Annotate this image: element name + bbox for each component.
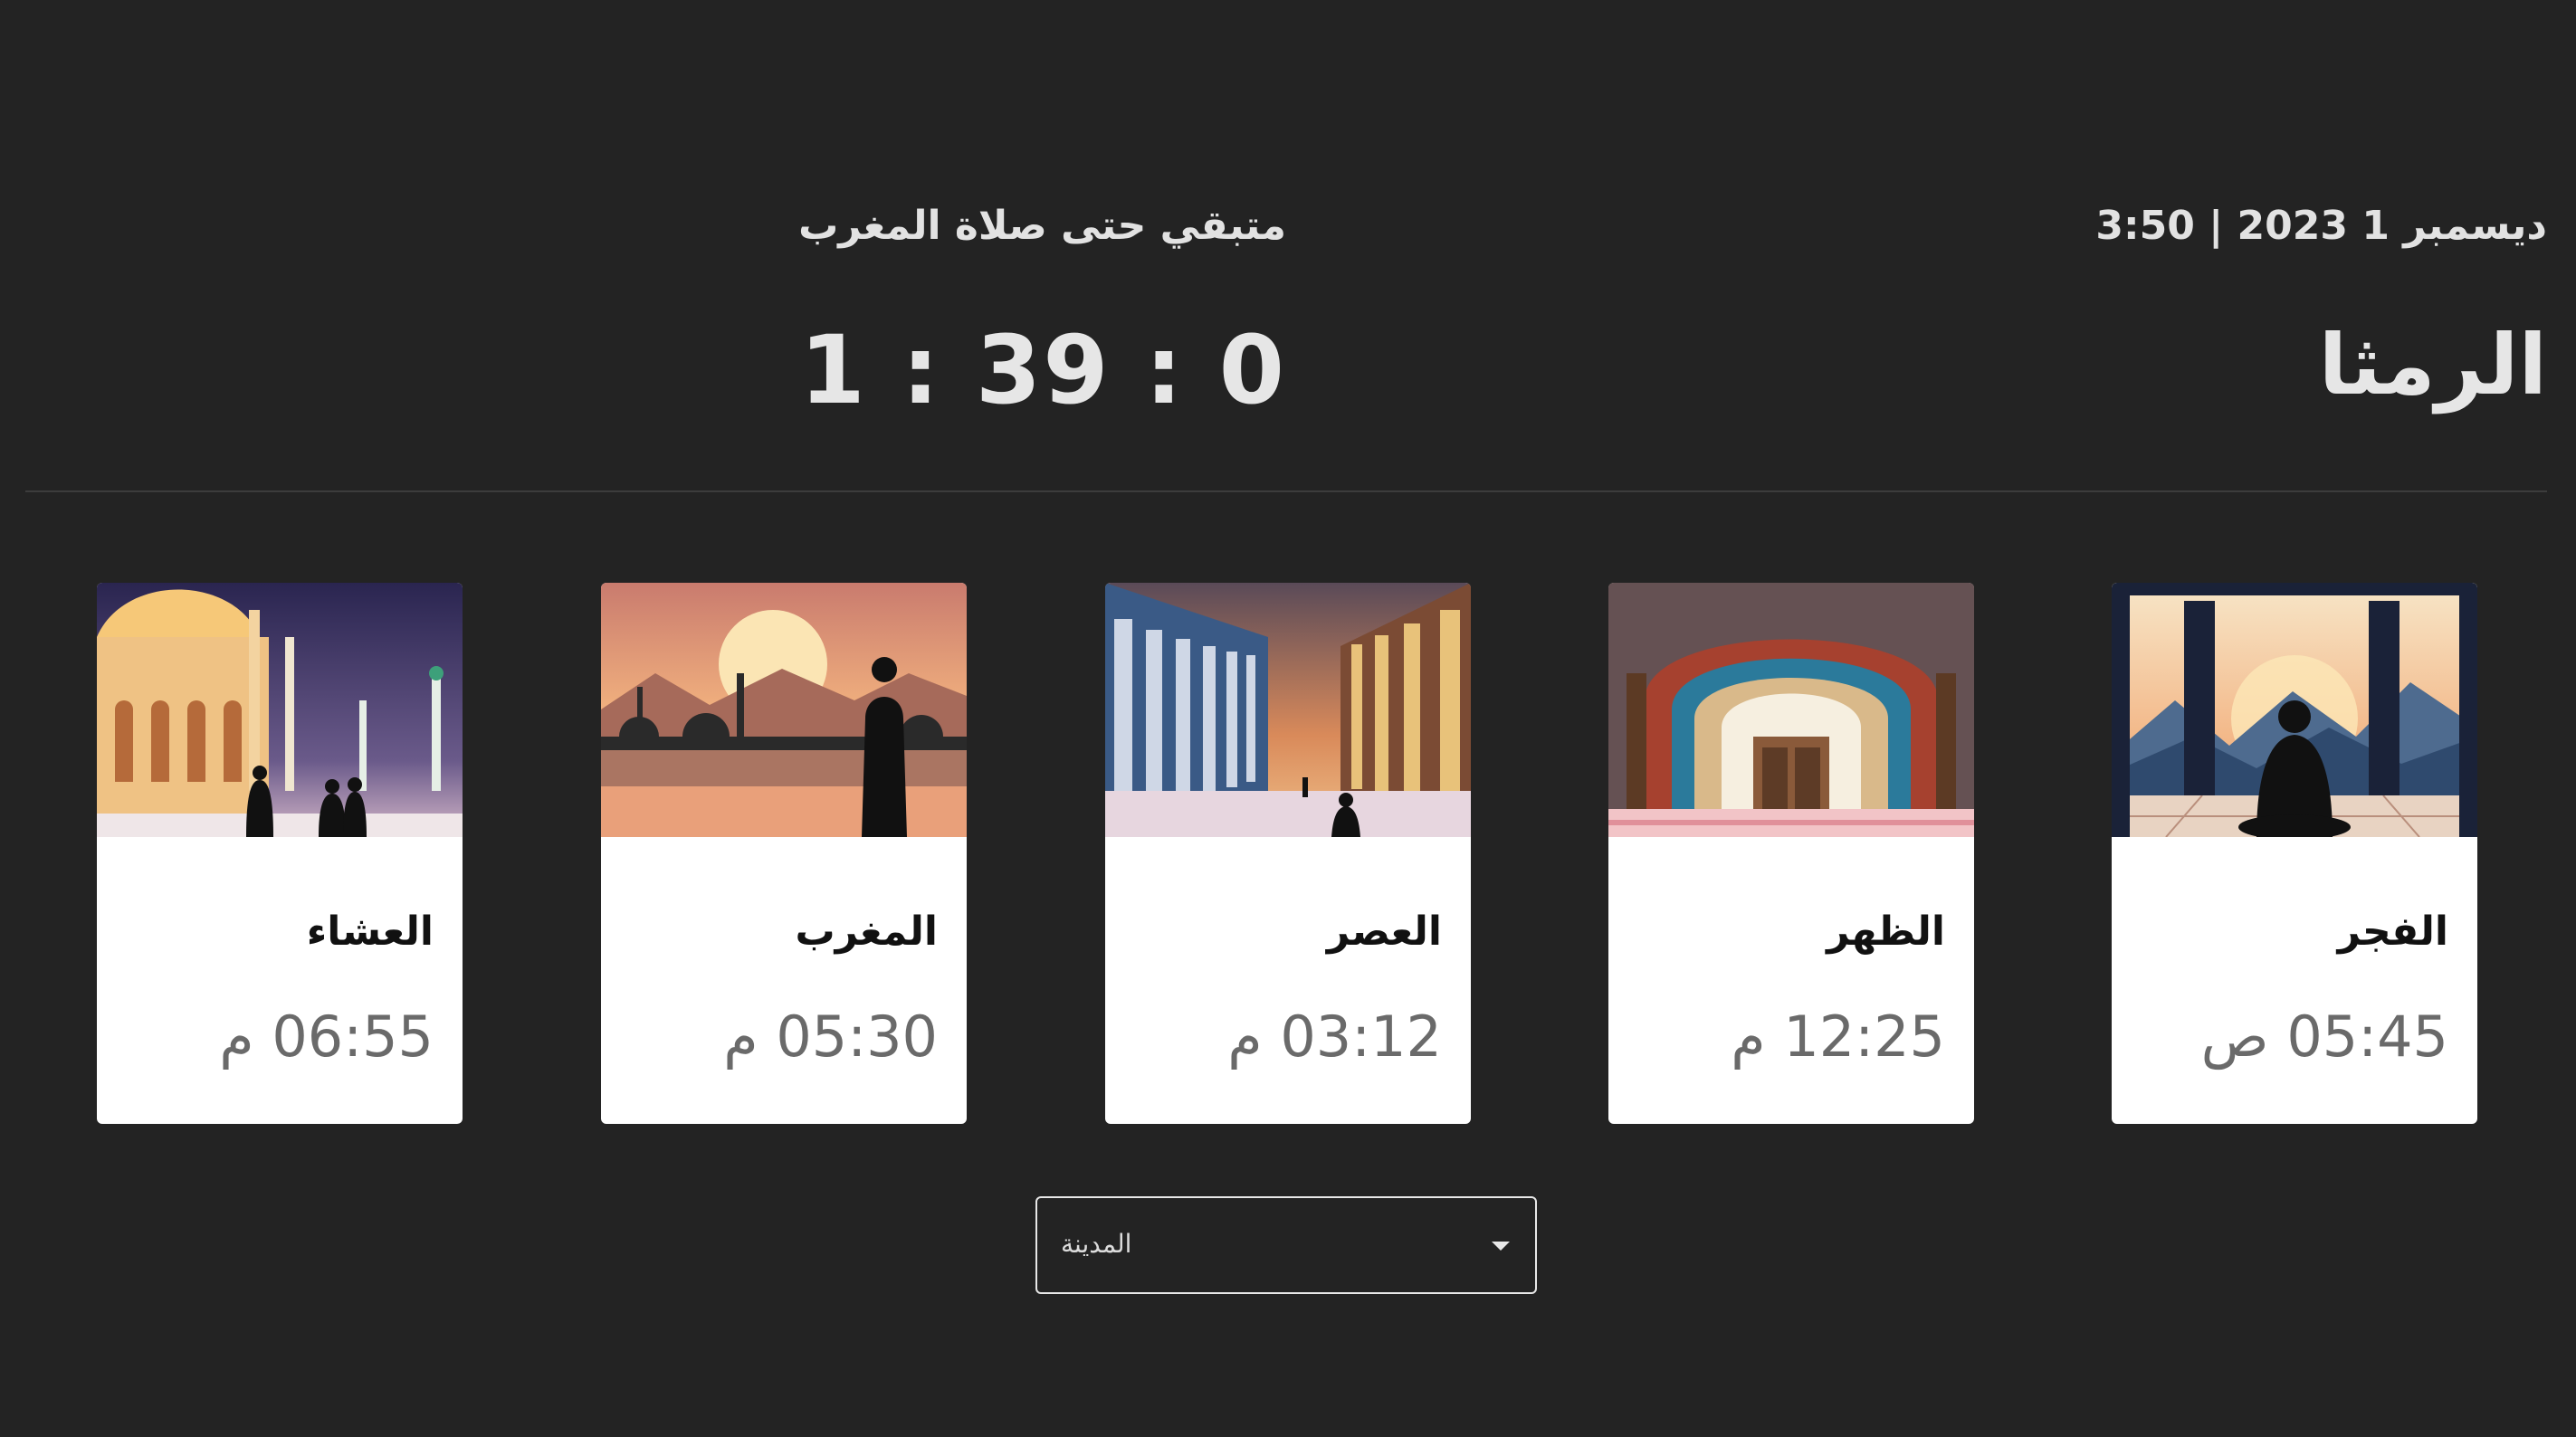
- prayer-card-asr: العصر 03:12 م: [1105, 583, 1471, 1124]
- city-title: الرمثا: [2318, 317, 2547, 414]
- mosque-arch-mosaic-image: [1608, 583, 1974, 837]
- night-mosque-image: [97, 583, 463, 837]
- city-select[interactable]: المدينة: [1035, 1196, 1537, 1294]
- prayer-card-isha: العشاء 06:55 م: [97, 583, 463, 1124]
- prayer-name: العشاء: [306, 909, 434, 955]
- prayer-time: 03:12 م: [1227, 1004, 1442, 1070]
- date-time-text: ديسمبر 1 2023 | 3:50: [2095, 203, 2547, 249]
- sunrise-prayer-silhouette-image: [2112, 583, 2477, 837]
- countdown-timer: 1 : 39 : 0: [799, 315, 1286, 425]
- caret-down-icon[interactable]: [1492, 1242, 1510, 1251]
- city-select-placeholder: المدينة: [1061, 1229, 1132, 1259]
- remaining-label: متبقي حتى صلاة المغرب: [798, 203, 1286, 249]
- prayer-times-page: ديسمبر 1 2023 | 3:50 الرمثا متبقي حتى صل…: [0, 0, 2576, 1437]
- prayer-time: 05:30 م: [723, 1004, 938, 1070]
- prayer-time: 05:45 ص: [2200, 1004, 2448, 1070]
- sunset-skyline-silhouette-image: [601, 583, 967, 837]
- mosque-colonnade-image: [1105, 583, 1471, 837]
- prayer-name: المغرب: [795, 909, 938, 955]
- prayer-cards: الفجر 05:45 ص الظهر 12:25 م العصر 03:12 …: [0, 583, 2576, 1124]
- prayer-card-maghrib: المغرب 05:30 م: [601, 583, 967, 1124]
- prayer-time: 12:25 م: [1731, 1004, 1945, 1070]
- prayer-card-fajr: الفجر 05:45 ص: [2112, 583, 2477, 1124]
- prayer-name: الظهر: [1827, 909, 1945, 955]
- prayer-time: 06:55 م: [219, 1004, 434, 1070]
- prayer-name: العصر: [1326, 909, 1442, 955]
- prayer-card-dhuhr: الظهر 12:25 م: [1608, 583, 1974, 1124]
- header-divider: [25, 490, 2547, 492]
- prayer-name: الفجر: [2337, 909, 2448, 955]
